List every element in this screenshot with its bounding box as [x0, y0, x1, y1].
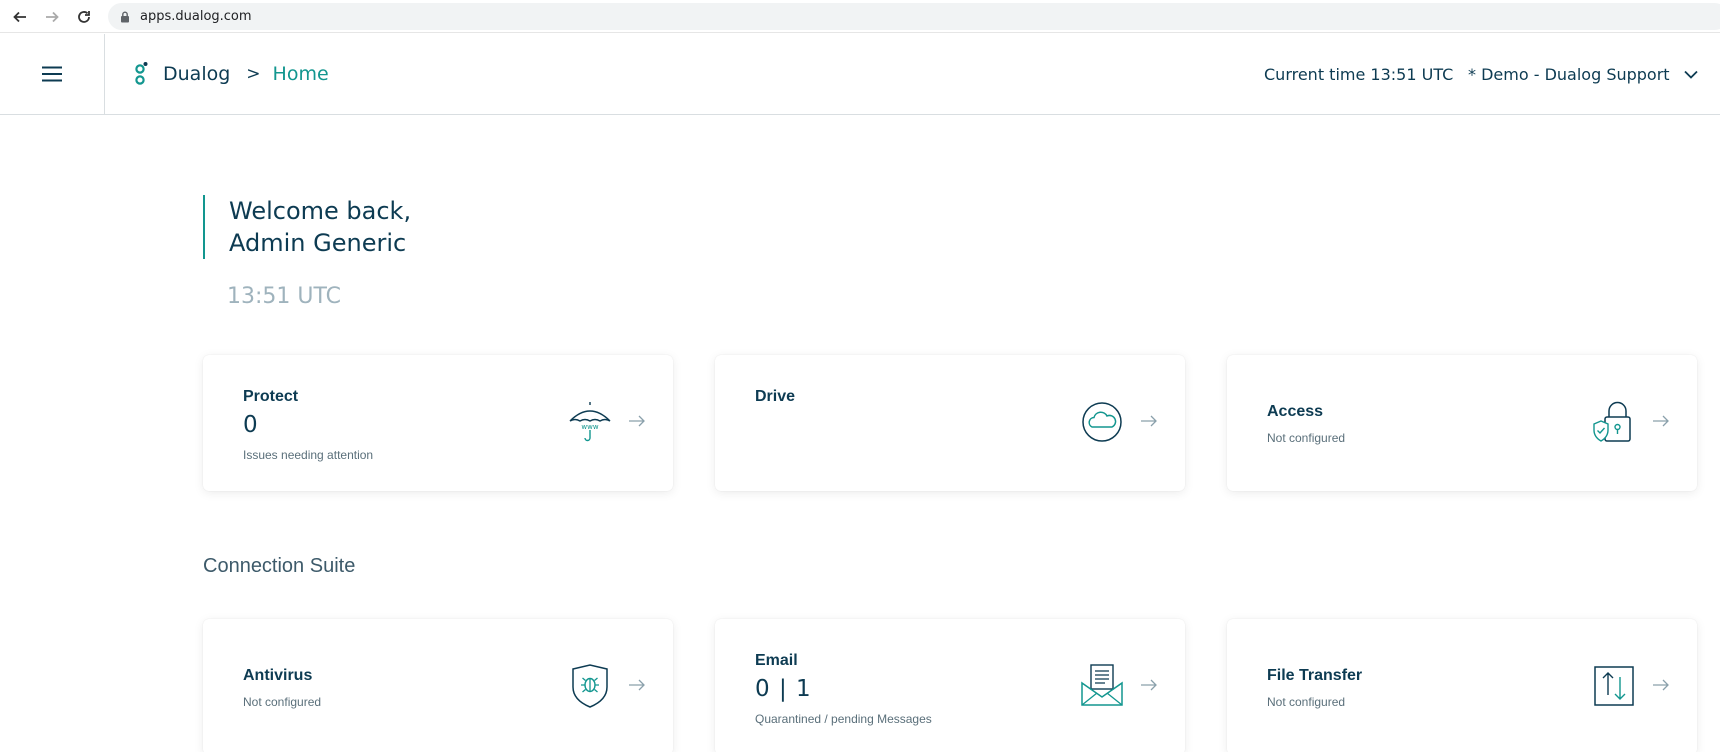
arrow-right-icon	[46, 11, 59, 23]
card-email[interactable]: Email 0 | 1 Quarantined / pending Messag…	[715, 619, 1185, 752]
welcome-line-1: Welcome back,	[229, 197, 412, 225]
breadcrumb-current: Home	[272, 63, 329, 85]
card-protect[interactable]: Protect 0 Issues needing attention www	[203, 355, 673, 491]
file-transfer-icon	[1594, 666, 1634, 706]
card-value: 0	[243, 412, 259, 438]
card-subtitle: Not configured	[1267, 431, 1346, 445]
cloud-icon	[1082, 402, 1122, 442]
card-access[interactable]: Access Not configured	[1227, 355, 1697, 491]
card-subtitle: Not configured	[243, 695, 322, 709]
hamburger-icon	[42, 66, 62, 82]
section-title-connection-suite: Connection Suite	[203, 555, 356, 577]
arrow-right-icon	[629, 679, 645, 691]
chevron-down-icon	[1683, 70, 1698, 79]
arrow-right-icon	[1653, 679, 1669, 691]
card-title: Protect	[243, 388, 299, 405]
browser-toolbar: apps.dualog.com	[0, 0, 1720, 33]
brand-name[interactable]: Dualog	[163, 63, 230, 85]
welcome-line-2: Admin Generic	[229, 229, 407, 257]
card-value: 0 | 1	[755, 676, 812, 702]
card-title: Drive	[755, 388, 796, 405]
lock-icon	[121, 11, 129, 22]
card-title: File Transfer	[1267, 667, 1363, 684]
dualog-logo-icon	[135, 62, 148, 85]
card-subtitle: Quarantined / pending Messages	[755, 712, 932, 726]
umbrella-www-icon: www	[569, 402, 611, 442]
padlock-shield-icon	[1593, 401, 1631, 442]
card-subtitle: Not configured	[1267, 695, 1346, 709]
forward-button[interactable]	[41, 6, 63, 28]
welcome-time: 13:51 UTC	[227, 284, 342, 309]
menu-button[interactable]	[0, 34, 105, 114]
card-title: Access	[1267, 403, 1324, 420]
arrow-left-icon	[13, 11, 26, 23]
breadcrumb-separator: >	[246, 64, 261, 84]
shield-bug-icon	[572, 664, 608, 708]
card-drive[interactable]: Drive	[715, 355, 1185, 491]
tenant-selector[interactable]: * Demo - Dualog Support	[1468, 34, 1698, 114]
app-header: Dualog > Home Current time 13:51 UTC * D…	[0, 34, 1720, 115]
arrow-right-icon	[1141, 679, 1157, 691]
arrow-right-icon	[629, 415, 645, 427]
current-time: Current time 13:51 UTC	[1264, 64, 1454, 84]
reload-icon	[78, 11, 90, 23]
arrow-right-icon	[1653, 415, 1669, 427]
breadcrumb: Dualog > Home	[133, 34, 329, 114]
card-antivirus[interactable]: Antivirus Not configured	[203, 619, 673, 752]
address-bar[interactable]: apps.dualog.com	[108, 3, 1720, 30]
envelope-icon	[1081, 664, 1123, 706]
welcome-heading: Welcome back, Admin Generic	[203, 195, 411, 259]
card-subtitle: Issues needing attention	[243, 448, 374, 462]
reload-button[interactable]	[73, 6, 95, 28]
svg-text:www: www	[581, 423, 598, 431]
url-text: apps.dualog.com	[140, 9, 252, 24]
card-file-transfer[interactable]: File Transfer Not configured	[1227, 619, 1697, 752]
back-button[interactable]	[9, 6, 31, 28]
card-title: Email	[755, 652, 798, 669]
tenant-label: * Demo - Dualog Support	[1468, 64, 1670, 84]
card-title: Antivirus	[243, 667, 313, 684]
arrow-right-icon	[1141, 415, 1157, 427]
